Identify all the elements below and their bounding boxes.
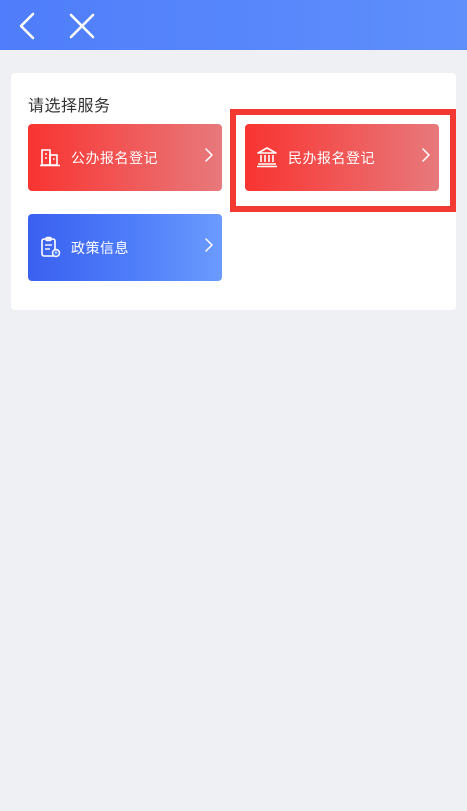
close-button[interactable] [64, 8, 100, 44]
service-card: 请选择服务 公办报名登记 民办报名登记 政策信息 [11, 73, 456, 310]
nav-bar [0, 0, 467, 50]
policy-info-button[interactable]: 政策信息 [28, 214, 222, 281]
building-icon [40, 149, 60, 167]
chevron-right-icon [205, 148, 213, 162]
service-label: 政策信息 [71, 241, 129, 257]
bank-icon [257, 147, 277, 168]
public-registration-button[interactable]: 公办报名登记 [28, 124, 222, 191]
service-label: 公办报名登记 [71, 151, 158, 167]
private-registration-button[interactable]: 民办报名登记 [245, 124, 439, 191]
service-label: 民办报名登记 [288, 151, 375, 167]
section-title: 请选择服务 [28, 96, 111, 115]
back-button[interactable] [10, 8, 46, 44]
clipboard-icon [41, 236, 61, 258]
chevron-right-icon [205, 238, 213, 252]
chevron-right-icon [422, 148, 430, 162]
close-icon [69, 13, 95, 39]
chevron-left-icon [19, 12, 35, 40]
